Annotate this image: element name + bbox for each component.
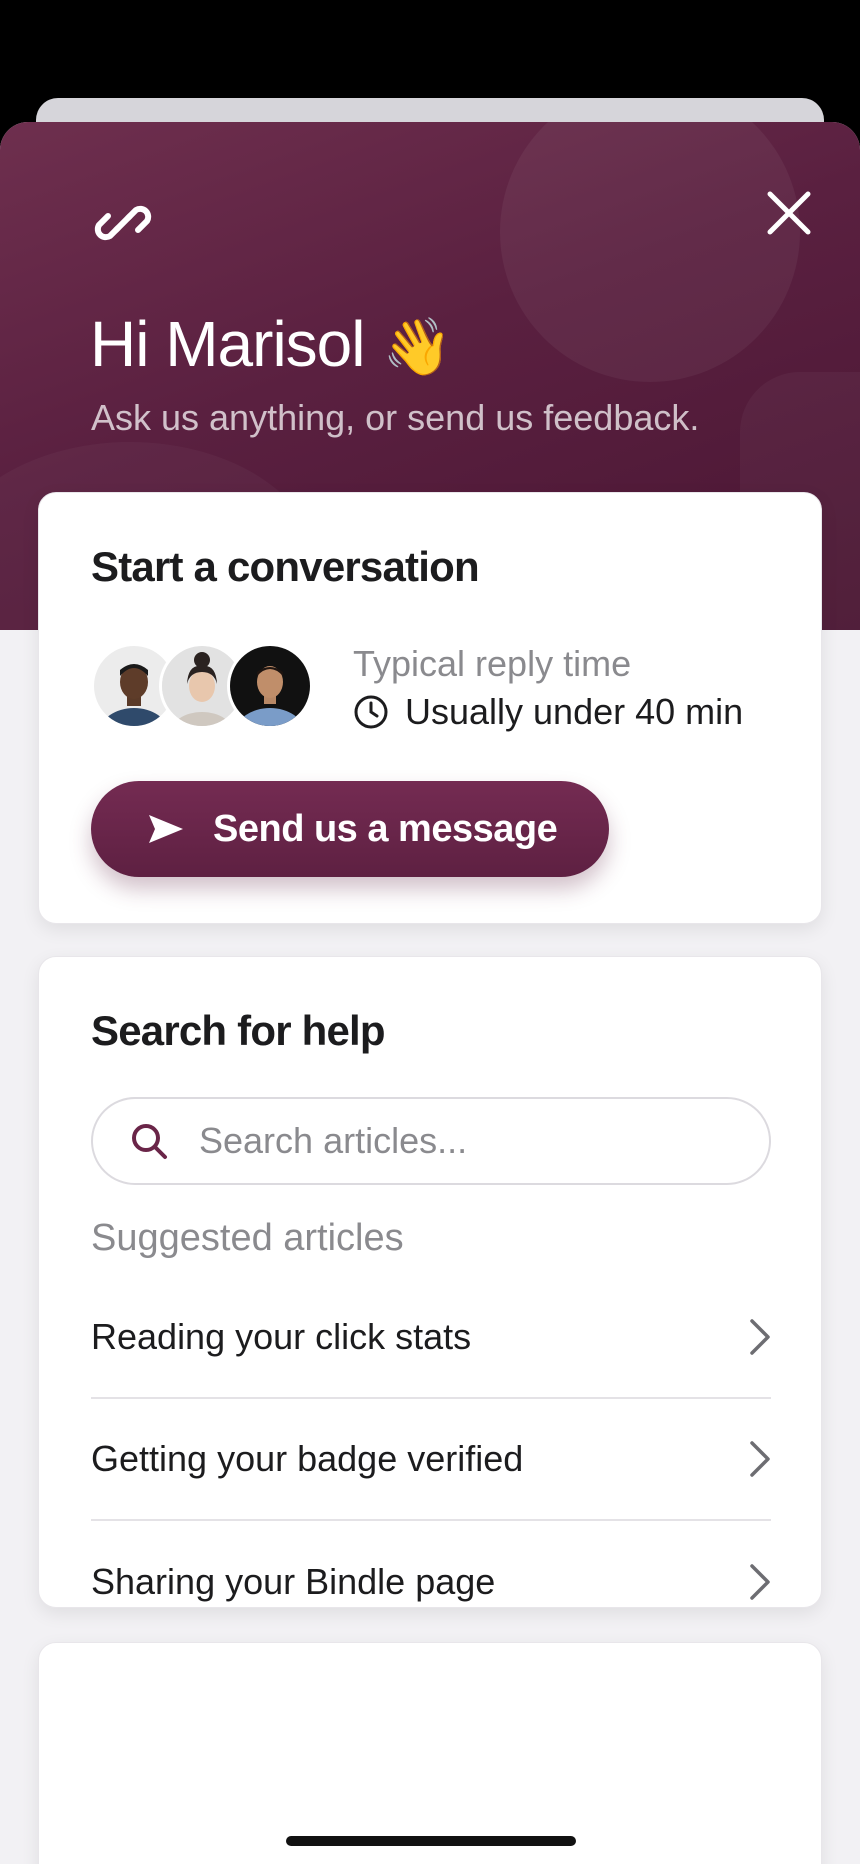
reply-time-value: Usually under 40 min xyxy=(353,691,743,733)
search-help-card: Search for help Suggested articles Readi… xyxy=(38,956,822,1608)
messenger-sheet: Hi Marisol 👋 Ask us anything, or send us … xyxy=(0,122,860,1864)
start-conversation-title: Start a conversation xyxy=(91,543,480,590)
team-avatars xyxy=(91,643,323,731)
article-item[interactable]: Reading your click stats xyxy=(91,1277,771,1399)
send-message-button[interactable]: Send us a message xyxy=(91,781,609,877)
article-label: Reading your click stats xyxy=(91,1316,472,1357)
home-indicator[interactable] xyxy=(286,1836,576,1846)
close-icon[interactable] xyxy=(760,184,818,242)
suggested-articles-label: Suggested articles xyxy=(91,1217,404,1259)
article-label: Getting your badge verified xyxy=(91,1438,524,1479)
article-item[interactable]: Sharing your Bindle page xyxy=(91,1521,771,1643)
additional-card xyxy=(38,1642,822,1864)
greeting-title: Hi Marisol 👋 xyxy=(90,308,452,380)
chevron-right-icon xyxy=(750,1564,770,1600)
chevron-right-icon xyxy=(750,1319,770,1355)
chevron-right-icon xyxy=(750,1441,770,1477)
wave-emoji: 👋 xyxy=(382,315,452,378)
clock-icon xyxy=(354,695,388,729)
search-help-title: Search for help xyxy=(91,1007,386,1054)
search-input[interactable] xyxy=(197,1119,721,1163)
article-item[interactable]: Getting your badge verified xyxy=(91,1399,771,1521)
start-conversation-card: Start a conversation Typical reply time … xyxy=(38,492,822,924)
reply-time-label: Typical reply time xyxy=(353,643,632,684)
search-icon xyxy=(132,1124,167,1159)
avatar xyxy=(227,643,313,729)
search-field[interactable] xyxy=(91,1097,771,1185)
send-icon xyxy=(149,815,183,843)
link-icon xyxy=(94,205,152,241)
article-label: Sharing your Bindle page xyxy=(91,1561,496,1602)
greeting-subtitle: Ask us anything, or send us feedback. xyxy=(91,397,700,438)
